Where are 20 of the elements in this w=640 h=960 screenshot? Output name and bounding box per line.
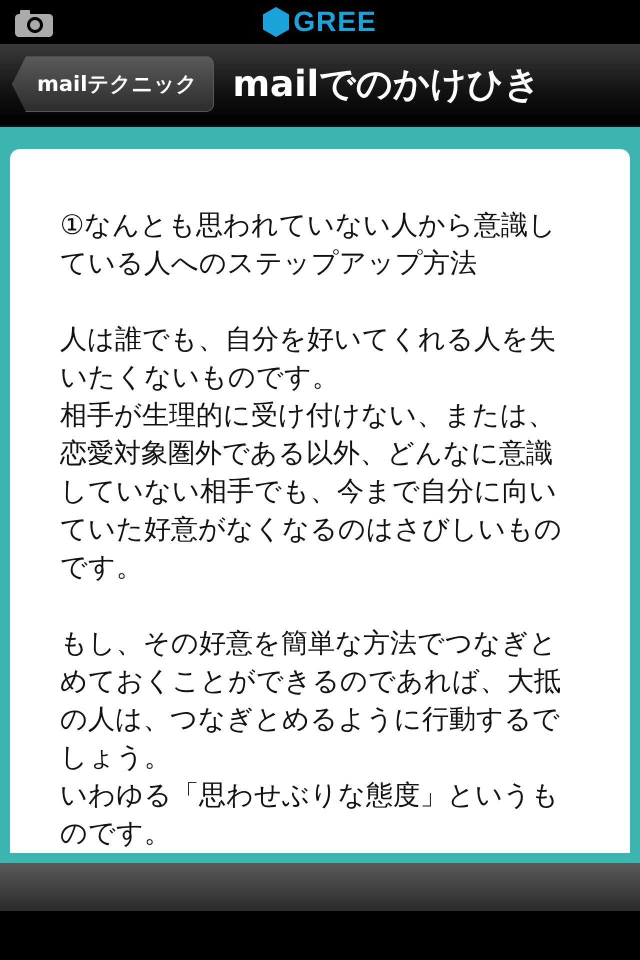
text-line: 恋愛対象圏外である以外、どんなに意識 [60, 436, 553, 471]
text-line: です。 [60, 550, 143, 585]
text-line: しょう。 [60, 740, 171, 775]
text-line: もし、その好意を簡単な方法でつなぎと [60, 626, 557, 661]
hexagon-icon [263, 6, 290, 37]
text-line: ①なんとも思われていない人から意識し [60, 208, 556, 243]
page-title: mailでのかけひき [232, 62, 541, 107]
text-line: 相手が生理的に受け付けない、または、 [60, 398, 555, 433]
text-line: いわゆる「思わせぶりな態度」というも [60, 778, 559, 813]
text-line: めておくことができるのであれば、大抵 [60, 664, 561, 699]
text-line: 人は誰でも、自分を好いてくれる人を失 [60, 322, 556, 357]
text-line: のです。 [60, 816, 171, 851]
text-line: ていた好意がなくなるのはさびしいもの [60, 512, 562, 547]
text-line: ている人へのステップアップ方法 [60, 246, 477, 281]
camera-icon[interactable] [15, 9, 53, 37]
logo-text: GREE [293, 6, 377, 38]
text-line: していない相手でも、今まで自分に向い [60, 474, 557, 509]
text-line: の人は、つなぎとめるように行動するで [60, 702, 560, 737]
text-line: いたくないものです。 [60, 360, 339, 395]
back-button[interactable]: mailテクニック [12, 56, 214, 112]
